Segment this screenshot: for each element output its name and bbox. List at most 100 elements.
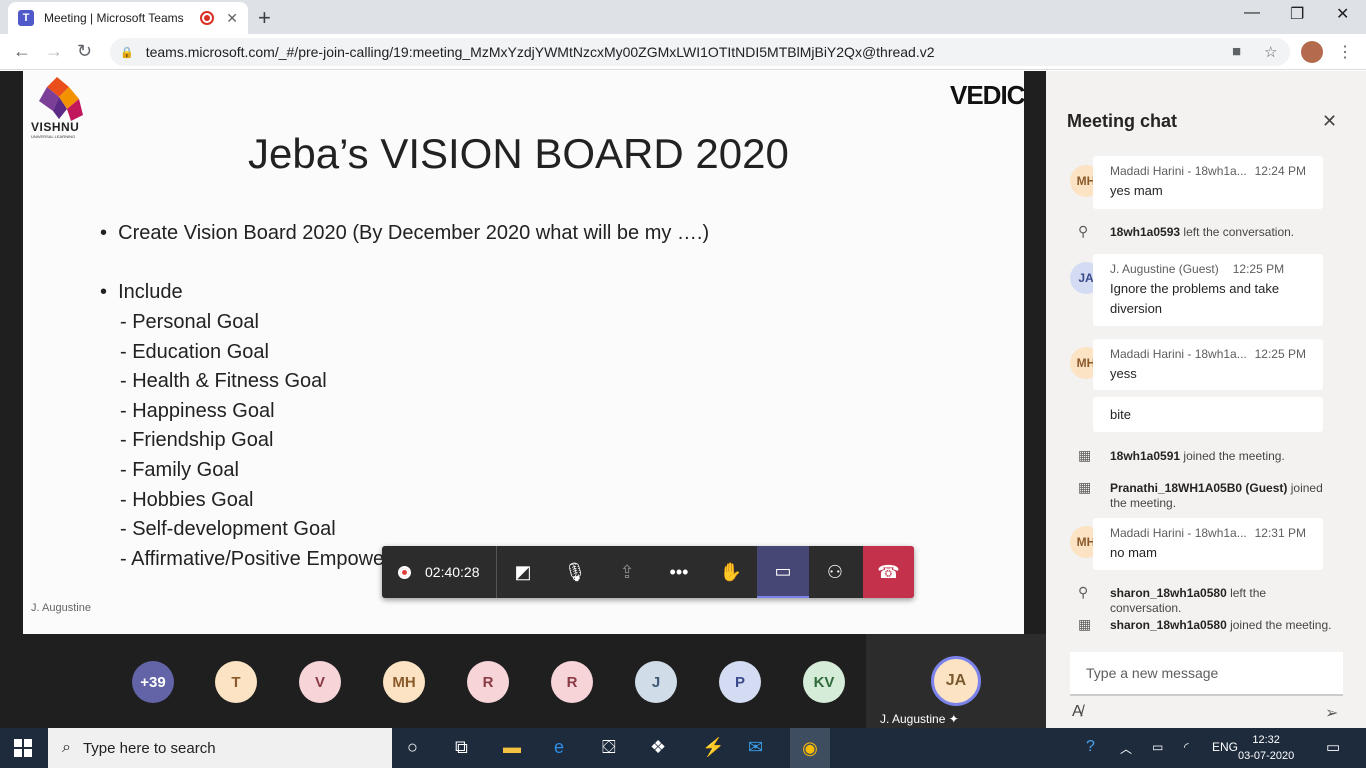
chat-close-icon[interactable]: ✕ — [1322, 111, 1337, 132]
timer-text: 02:40:28 — [425, 564, 480, 580]
leave-icon: ⚲ — [1078, 584, 1089, 600]
goal-item: - Self-development Goal — [120, 518, 336, 540]
tab-title: Meeting | Microsoft Teams — [44, 11, 184, 25]
browser-tab[interactable]: T Meeting | Microsoft Teams ✕ — [8, 2, 248, 34]
participant-avatar[interactable]: V — [299, 661, 341, 703]
system-event: 18wh1a0591 joined the meeting. — [1110, 449, 1285, 463]
windows-start-icon[interactable] — [14, 739, 32, 757]
chat-message: Madadi Harini - 18wh1a... 12:31 PM no mam — [1093, 518, 1323, 570]
reload-icon[interactable]: ↻ — [77, 41, 92, 62]
goal-item: - Personal Goal — [120, 311, 259, 333]
wifi-icon[interactable]: ◜ — [1184, 740, 1189, 754]
logo-text: VISHNU — [31, 120, 80, 134]
participants-button[interactable]: ⚇ — [809, 546, 861, 598]
clock[interactable]: 12:32 03-07-2020 — [1238, 732, 1294, 764]
logo-subtext: UNIVERSAL LEARNING — [31, 134, 76, 139]
self-name: J. Augustine ✦ — [880, 712, 959, 726]
battery-icon[interactable]: ▭ — [1152, 740, 1163, 754]
more-icon: ••• — [669, 561, 689, 582]
system-event: 18wh1a0593 left the conversation. — [1110, 225, 1295, 239]
presenter-name: J. Augustine — [31, 602, 91, 614]
new-tab-icon[interactable]: + — [258, 5, 271, 31]
recording-icon — [200, 11, 215, 25]
language-indicator[interactable]: ENG — [1212, 740, 1238, 754]
store-icon[interactable]: ⛋ — [602, 737, 616, 758]
mail-icon[interactable]: ✉ — [748, 737, 763, 758]
chrome-icon[interactable]: ◉ — [790, 728, 830, 768]
address-bar[interactable]: 🔒 teams.microsoft.com/_#/pre-join-callin… — [110, 38, 1290, 66]
goal-item: - Family Goal — [120, 459, 239, 481]
format-icon[interactable]: A̸ — [1072, 703, 1083, 721]
minimize-icon[interactable]: — — [1244, 4, 1260, 22]
camera-off-icon: ◩ — [514, 561, 532, 582]
chat-message: Madadi Harini - 18wh1a... 12:25 PM yess — [1093, 339, 1323, 390]
mic-off-icon: 🎙 — [563, 561, 587, 582]
search-placeholder: Type here to search — [82, 739, 216, 757]
share-icon: ⇪ — [619, 561, 635, 582]
back-icon[interactable]: ← — [13, 41, 31, 62]
restore-icon[interactable]: ❐ — [1290, 4, 1304, 24]
hang-up-button[interactable]: ☎ — [863, 546, 914, 598]
camera-icon[interactable]: ■ — [1232, 43, 1241, 60]
tab-close-icon[interactable]: ✕ — [226, 10, 238, 27]
show-hidden-icon[interactable]: ︿ — [1120, 740, 1132, 757]
hand-icon: ✋ — [719, 561, 743, 582]
goal-item: - Education Goal — [120, 341, 269, 363]
self-avatar: JA — [931, 656, 981, 706]
help-icon[interactable]: ? — [1086, 738, 1095, 756]
search-icon: ⌕ — [62, 739, 71, 756]
participant-avatar[interactable]: KV — [803, 661, 845, 703]
system-event: Pranathi_18WH1A05B0 (Guest) joined the m… — [1110, 481, 1323, 510]
hang-up-icon: ☎ — [877, 561, 900, 582]
chat-title: Meeting chat — [1067, 111, 1178, 131]
calendar-icon: ▦ — [1078, 479, 1092, 495]
brand-text: VEDIC — [950, 80, 1025, 110]
file-explorer-icon[interactable]: ▬ — [503, 737, 521, 758]
participant-avatar[interactable]: P — [719, 661, 761, 703]
teams-icon: T — [18, 10, 34, 26]
participant-avatar[interactable]: R — [467, 661, 509, 703]
taskbar-search[interactable]: ⌕ Type here to search — [48, 728, 392, 768]
task-view-icon[interactable]: ⧉ — [455, 737, 468, 758]
participant-avatar[interactable]: T — [215, 661, 257, 703]
chat-button[interactable]: ▭ — [757, 546, 809, 598]
notifications-icon[interactable]: ▭ — [1326, 738, 1340, 756]
lock-icon: 🔒 — [120, 46, 134, 59]
bullet-item: • Include — [100, 281, 183, 303]
camera-off-button[interactable]: ◩ — [497, 546, 549, 598]
bullet-item: • Create Vision Board 2020 (By December … — [100, 222, 710, 244]
app-icon[interactable]: ⚡ — [702, 737, 724, 758]
calendar-icon: ▦ — [1078, 447, 1092, 463]
recording-dot-icon — [398, 565, 411, 579]
goal-item: - Health & Fitness Goal — [120, 370, 327, 392]
cortana-icon[interactable]: ○ — [407, 737, 418, 758]
browser-tabbar: T Meeting | Microsoft Teams ✕ + — ❐ ✕ — [0, 0, 1366, 34]
calendar-icon: ▦ — [1078, 616, 1092, 632]
recording-timer: 02:40:28 — [382, 546, 497, 598]
participant-avatar[interactable]: +39 — [132, 661, 174, 703]
browser-toolbar: ← → ↻ 🔒 teams.microsoft.com/_#/pre-join-… — [0, 34, 1366, 70]
mic-muted-button[interactable]: 🎙 — [549, 546, 601, 598]
pin-icon: ✦ — [948, 712, 959, 726]
browser-menu-icon[interactable]: ⋮ — [1337, 42, 1353, 62]
send-icon[interactable]: ➢ — [1325, 703, 1338, 723]
participant-avatar[interactable]: J — [635, 661, 677, 703]
forward-icon[interactable]: → — [45, 41, 63, 62]
chat-message: bite — [1093, 397, 1323, 432]
system-event: sharon_18wh1a0580 left the conversation. — [1110, 586, 1267, 615]
share-screen-button[interactable]: ⇪ — [601, 546, 653, 598]
bookmark-star-icon[interactable]: ☆ — [1264, 43, 1277, 61]
call-controls: 02:40:28 ◩ 🎙 ⇪ ••• ✋ ▭ ⚇ ☎ — [382, 546, 914, 598]
raise-hand-button[interactable]: ✋ — [705, 546, 757, 598]
participant-avatar[interactable]: MH — [383, 661, 425, 703]
window-close-icon[interactable]: ✕ — [1336, 4, 1349, 24]
message-input[interactable]: Type a new message — [1070, 652, 1343, 696]
more-actions-button[interactable]: ••• — [653, 546, 705, 598]
people-icon: ⚇ — [826, 561, 844, 582]
dropbox-icon[interactable]: ❖ — [650, 737, 666, 758]
goal-item: - Hobbies Goal — [120, 489, 254, 511]
chat-message: Madadi Harini - 18wh1a... 12:24 PM yes ma… — [1093, 156, 1323, 209]
edge-icon[interactable]: e — [554, 737, 564, 758]
participant-avatar[interactable]: R — [551, 661, 593, 703]
profile-avatar[interactable] — [1301, 41, 1323, 63]
